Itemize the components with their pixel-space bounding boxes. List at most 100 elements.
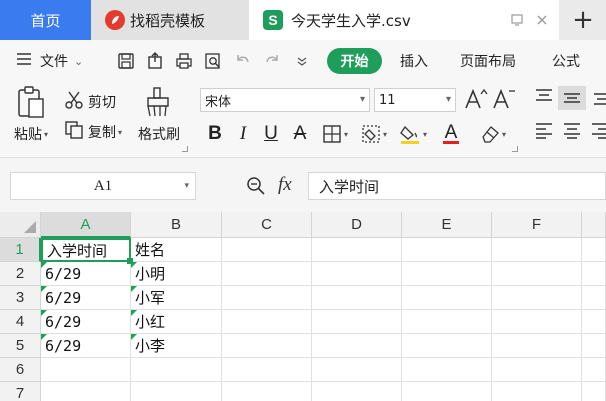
column-header-f[interactable]: F xyxy=(492,212,582,238)
file-menu[interactable]: 文件 ⌄ xyxy=(16,40,83,82)
cell-e5[interactable] xyxy=(402,334,492,358)
cell-f3[interactable] xyxy=(492,286,582,310)
cell-g6[interactable] xyxy=(582,358,606,382)
cell-d7[interactable] xyxy=(312,382,402,401)
paste-button[interactable]: 粘贴 ▾ xyxy=(14,124,48,144)
tab-template[interactable]: 找稻壳模板 xyxy=(91,0,249,40)
cell-f4[interactable] xyxy=(492,310,582,334)
select-all-corner[interactable] xyxy=(0,212,41,238)
print-icon[interactable] xyxy=(174,51,194,71)
row-header-7[interactable]: 7 xyxy=(0,382,41,401)
tab-page-layout[interactable]: 页面布局 xyxy=(460,40,516,82)
cell-c6[interactable] xyxy=(222,358,312,382)
cell-d1[interactable] xyxy=(312,238,402,262)
cell-d4[interactable] xyxy=(312,310,402,334)
add-tab-icon[interactable]: + xyxy=(560,0,606,40)
tab-home[interactable]: 首页 xyxy=(0,0,91,40)
align-middle-icon[interactable] xyxy=(558,86,586,110)
cell-b3[interactable]: 小军 xyxy=(131,286,222,310)
increase-font-icon[interactable] xyxy=(464,88,488,110)
format-painter-icon[interactable] xyxy=(144,86,172,118)
cell-b4[interactable]: 小红 xyxy=(131,310,222,334)
cell-a1[interactable]: 入学时间 xyxy=(41,238,131,262)
cell-c5[interactable] xyxy=(222,334,312,358)
cell-a7[interactable] xyxy=(41,382,131,401)
cell-g1[interactable] xyxy=(582,238,606,262)
font-color-icon[interactable]: A xyxy=(436,122,466,146)
font-size-select[interactable]: 11 ▾ xyxy=(374,88,456,112)
cell-g3[interactable] xyxy=(582,286,606,310)
row-header-4[interactable]: 4 xyxy=(0,310,41,334)
row-header-1[interactable]: 1 xyxy=(0,238,41,262)
align-right-icon[interactable] xyxy=(592,122,606,140)
fill-style-icon[interactable]: ▾ xyxy=(357,122,391,146)
italic-icon[interactable]: I xyxy=(232,122,254,146)
cell-e2[interactable] xyxy=(402,262,492,286)
save-icon[interactable] xyxy=(116,51,136,71)
cut-button[interactable]: 剪切 xyxy=(64,90,116,114)
export-icon[interactable] xyxy=(145,51,165,71)
cell-g4[interactable] xyxy=(582,310,606,334)
column-header-partial[interactable] xyxy=(582,212,606,238)
clipboard-group-expander[interactable] xyxy=(182,146,188,152)
row-header-5[interactable]: 5 xyxy=(0,334,41,358)
align-left-icon[interactable] xyxy=(534,122,554,140)
cell-a4[interactable]: 6/29 xyxy=(41,310,131,334)
paste-icon[interactable] xyxy=(16,86,46,120)
cell-c7[interactable] xyxy=(222,382,312,401)
cell-f6[interactable] xyxy=(492,358,582,382)
cell-f1[interactable] xyxy=(492,238,582,262)
column-header-c[interactable]: C xyxy=(222,212,312,238)
font-group-expander[interactable] xyxy=(512,146,518,152)
cell-d3[interactable] xyxy=(312,286,402,310)
fill-handle[interactable] xyxy=(127,258,133,264)
name-box[interactable]: A1 ▾ xyxy=(10,172,196,200)
fx-icon[interactable]: fx xyxy=(278,174,292,196)
cell-c2[interactable] xyxy=(222,262,312,286)
cell-e3[interactable] xyxy=(402,286,492,310)
align-bottom-icon[interactable] xyxy=(592,88,606,106)
cell-a5[interactable]: 6/29 xyxy=(41,334,131,358)
cell-f5[interactable] xyxy=(492,334,582,358)
column-header-b[interactable]: B xyxy=(131,212,222,238)
align-center-icon[interactable] xyxy=(562,122,582,140)
cell-c1[interactable] xyxy=(222,238,312,262)
cell-c4[interactable] xyxy=(222,310,312,334)
close-tab-icon[interactable] xyxy=(532,10,552,30)
row-header-2[interactable]: 2 xyxy=(0,262,41,286)
cell-a3[interactable]: 6/29 xyxy=(41,286,131,310)
cell-b7[interactable] xyxy=(131,382,222,401)
cell-f7[interactable] xyxy=(492,382,582,401)
border-icon[interactable]: ▾ xyxy=(318,122,352,146)
column-header-e[interactable]: E xyxy=(402,212,492,238)
copy-button[interactable]: 复制 ▾ xyxy=(64,120,122,144)
tab-insert[interactable]: 插入 xyxy=(400,40,428,82)
redo-icon[interactable] xyxy=(262,51,282,71)
cell-e4[interactable] xyxy=(402,310,492,334)
fill-color-icon[interactable]: ▾ xyxy=(396,122,430,146)
tab-formula[interactable]: 公式 xyxy=(552,40,580,82)
cell-e6[interactable] xyxy=(402,358,492,382)
cell-f2[interactable] xyxy=(492,262,582,286)
customize-dropdown-icon[interactable] xyxy=(292,51,312,71)
cell-b6[interactable] xyxy=(131,358,222,382)
cell-g5[interactable] xyxy=(582,334,606,358)
cell-c3[interactable] xyxy=(222,286,312,310)
eraser-icon[interactable]: ▾ xyxy=(476,122,510,146)
zoom-search-icon[interactable] xyxy=(246,176,266,200)
cell-a2[interactable]: 6/29 xyxy=(41,262,131,286)
strikethrough-icon[interactable]: A xyxy=(289,122,311,146)
cell-e1[interactable] xyxy=(402,238,492,262)
formula-input[interactable]: 入学时间 xyxy=(308,172,606,200)
cell-a6[interactable] xyxy=(41,358,131,382)
window-restore-icon[interactable] xyxy=(507,10,527,30)
tab-file[interactable]: S 今天学生入学.csv xyxy=(249,0,559,40)
column-header-a[interactable]: A xyxy=(41,212,131,238)
row-header-6[interactable]: 6 xyxy=(0,358,41,382)
column-header-d[interactable]: D xyxy=(312,212,402,238)
cell-d5[interactable] xyxy=(312,334,402,358)
cell-d2[interactable] xyxy=(312,262,402,286)
font-name-select[interactable]: 宋体 ▾ xyxy=(200,88,370,112)
cell-b2[interactable]: 小明 xyxy=(131,262,222,286)
cell-g7[interactable] xyxy=(582,382,606,401)
